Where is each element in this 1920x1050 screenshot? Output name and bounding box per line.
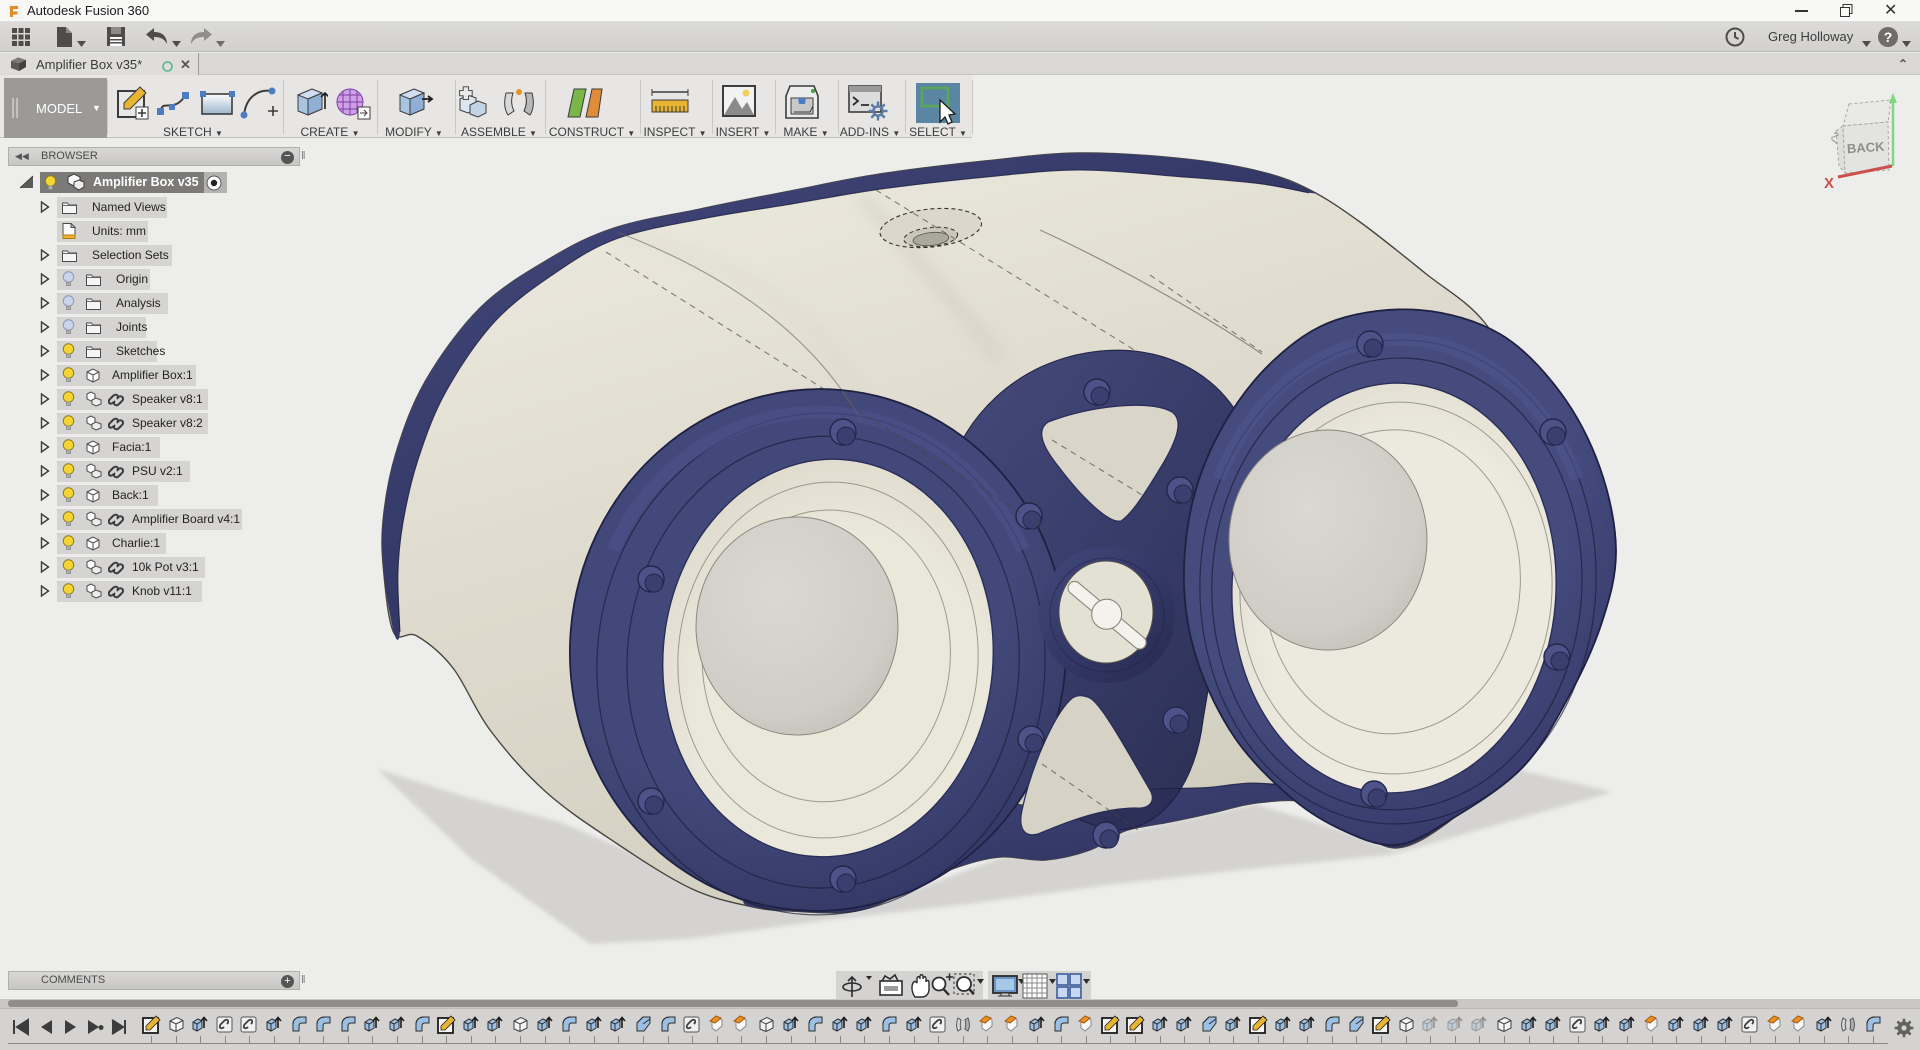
- svg-text:X: X: [1824, 175, 1834, 192]
- svg-text:BACK: BACK: [1846, 139, 1885, 157]
- svg-text:?: ?: [1884, 29, 1893, 45]
